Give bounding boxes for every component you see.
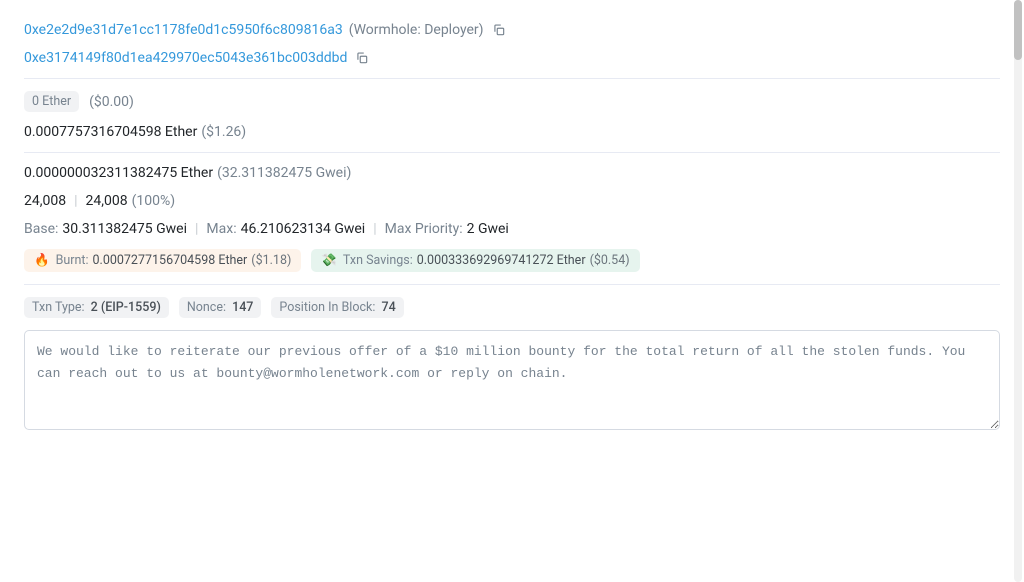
txn-type-pill: Txn Type: 2 (EIP-1559): [24, 297, 169, 318]
gas-usage-row: 24,008 | 24,008 (100%): [24, 193, 1000, 209]
from-address-link[interactable]: 0xe2e2d9e31d7e1cc1178fe0d1c5950f6c809816…: [24, 22, 343, 38]
base-label: Base:: [24, 221, 58, 237]
nonce-label: Nonce:: [187, 300, 226, 315]
burnt-label: Burnt:: [56, 253, 89, 268]
txn-fee-usd: ($1.26): [201, 124, 246, 140]
from-address-label: (Wormhole: Deployer): [349, 22, 484, 38]
gas-price-gwei: (32.311382475 Gwei): [217, 165, 351, 181]
scrollbar-thumb[interactable]: [1014, 0, 1022, 60]
meta-pills-row: Txn Type: 2 (EIP-1559) Nonce: 147 Positi…: [24, 297, 1000, 318]
value-pill: 0 Ether: [24, 91, 79, 112]
base-value: 30.311382475 Gwei: [62, 221, 187, 237]
burnt-savings-row: 🔥 Burnt: 0.0007277156704598 Ether ($1.18…: [24, 249, 1000, 272]
divider: |: [195, 221, 198, 237]
txn-fee-eth: 0.0007757316704598 Ether: [24, 124, 197, 140]
burnt-badge: 🔥 Burnt: 0.0007277156704598 Ether ($1.18…: [24, 249, 301, 272]
addresses-section: 0xe2e2d9e31d7e1cc1178fe0d1c5950f6c809816…: [24, 10, 1000, 79]
position-label: Position In Block:: [279, 300, 375, 315]
position-value: 74: [382, 300, 396, 315]
txn-type-value: 2 (EIP-1559): [91, 300, 161, 315]
input-data-textarea[interactable]: [24, 330, 1000, 430]
max-priority-value: 2 Gwei: [467, 221, 509, 237]
gas-section: 0.000000032311382475 Ether (32.311382475…: [24, 153, 1000, 285]
value-fee-section: 0 Ether ($0.00) 0.0007757316704598 Ether…: [24, 79, 1000, 153]
txn-type-label: Txn Type:: [32, 300, 85, 315]
transaction-details: 0xe2e2d9e31d7e1cc1178fe0d1c5950f6c809816…: [0, 10, 1024, 446]
copy-icon[interactable]: [492, 23, 506, 37]
max-priority-label: Max Priority:: [385, 221, 463, 237]
to-row: 0xe3174149f80d1ea429970ec5043e361bc003dd…: [24, 50, 1000, 66]
to-address-link[interactable]: 0xe3174149f80d1ea429970ec5043e361bc003dd…: [24, 50, 347, 66]
gas-price-row: 0.000000032311382475 Ether (32.311382475…: [24, 165, 1000, 181]
burnt-usd: ($1.18): [251, 253, 291, 268]
fee-breakdown-row: Base: 30.311382475 Gwei | Max: 46.210623…: [24, 221, 1000, 237]
txn-fee-row: 0.0007757316704598 Ether ($1.26): [24, 124, 1000, 140]
max-value: 46.210623134 Gwei: [241, 221, 366, 237]
nonce-pill: Nonce: 147: [179, 297, 262, 318]
savings-badge: 💸 Txn Savings: 0.000333692969741272 Ethe…: [311, 249, 639, 272]
fire-icon: 🔥: [34, 253, 50, 268]
scrollbar[interactable]: [1014, 0, 1022, 582]
copy-icon[interactable]: [355, 51, 369, 65]
gas-price-eth: 0.000000032311382475 Ether: [24, 165, 213, 181]
divider: |: [74, 193, 77, 209]
savings-usd: ($0.54): [590, 253, 630, 268]
from-row: 0xe2e2d9e31d7e1cc1178fe0d1c5950f6c809816…: [24, 22, 1000, 38]
savings-icon: 💸: [321, 253, 337, 268]
position-pill: Position In Block: 74: [271, 297, 403, 318]
meta-section: Txn Type: 2 (EIP-1559) Nonce: 147 Positi…: [24, 285, 1000, 446]
nonce-value: 147: [232, 300, 253, 315]
value-row: 0 Ether ($0.00): [24, 91, 1000, 112]
gas-pct: (100%): [132, 193, 176, 209]
burnt-eth: 0.0007277156704598 Ether: [93, 253, 248, 268]
divider: |: [373, 221, 376, 237]
savings-eth: 0.000333692969741272 Ether: [417, 253, 586, 268]
savings-label: Txn Savings:: [343, 253, 413, 268]
gas-used: 24,008: [86, 193, 128, 209]
input-data-wrapper: [24, 330, 1000, 434]
max-label: Max:: [206, 221, 236, 237]
value-usd: ($0.00): [89, 94, 134, 110]
gas-limit: 24,008: [24, 193, 66, 209]
